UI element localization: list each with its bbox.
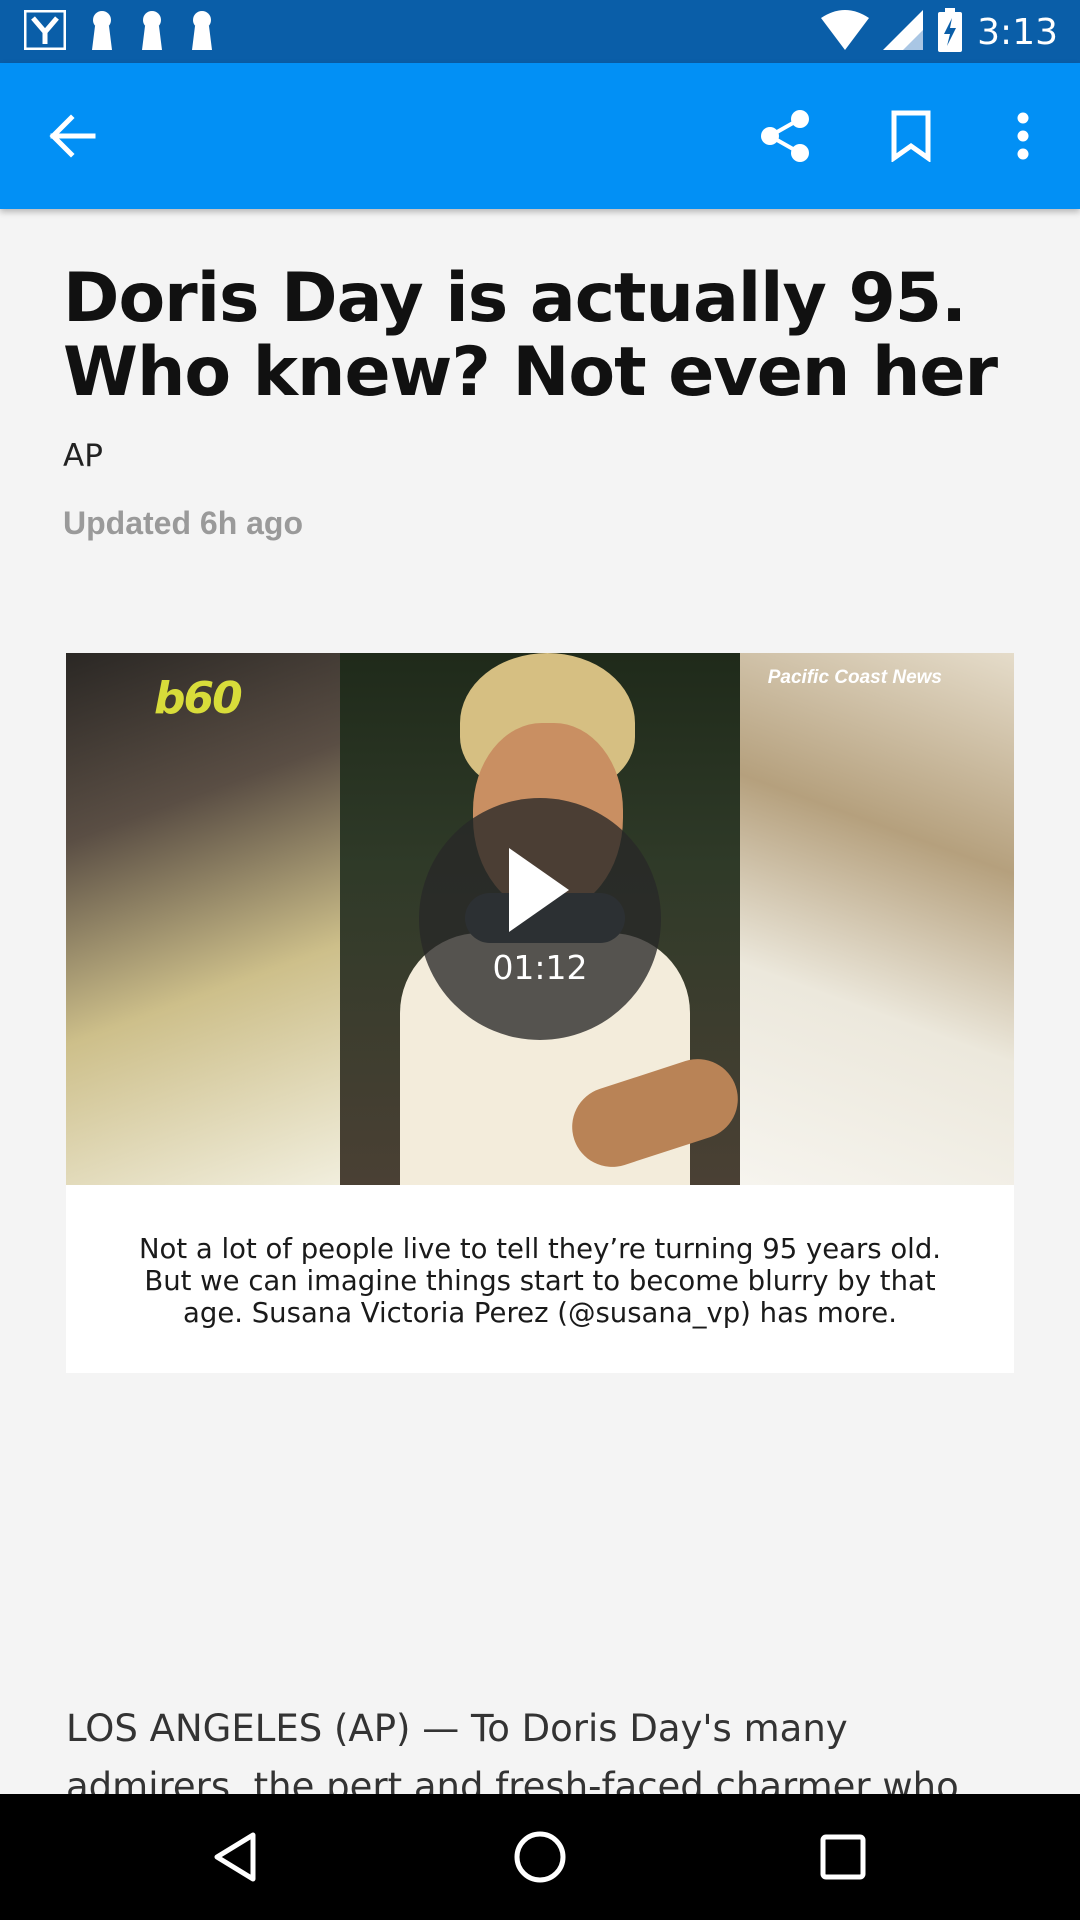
bookmark-button[interactable] [878, 103, 944, 169]
play-button[interactable]: 01:12 [419, 798, 661, 1040]
status-bar: 3:13 [0, 0, 1080, 63]
more-options-button[interactable] [990, 103, 1056, 169]
back-arrow-icon [49, 114, 96, 158]
back-triangle-icon [214, 1832, 256, 1882]
video-duration: 01:12 [492, 948, 588, 987]
nav-home-button[interactable] [505, 1822, 575, 1892]
video-caption: Not a lot of people live to tell they’re… [138, 1233, 942, 1329]
video-player[interactable]: b60 Pacific Coast News 01:12 [66, 653, 1014, 1185]
app-bar [0, 63, 1080, 209]
recents-square-icon [820, 1834, 866, 1880]
back-button[interactable] [40, 103, 106, 169]
navigation-bar [0, 1794, 1080, 1920]
play-icon [509, 848, 569, 932]
system-icons: 3:13 [821, 8, 1058, 57]
share-button[interactable] [752, 103, 818, 169]
b60-logo: b60 [154, 673, 243, 724]
keyhole-icon [88, 10, 116, 55]
keyhole-icon [138, 10, 166, 55]
signal-icon [883, 10, 924, 55]
pacific-coast-news-watermark: Pacific Coast News [767, 667, 942, 688]
nav-recents-button[interactable] [808, 1822, 878, 1892]
status-time: 3:13 [977, 12, 1058, 53]
share-icon [761, 110, 809, 162]
bookmark-icon [891, 110, 931, 162]
article-updated-time: Updated 6h ago [63, 505, 304, 541]
video-blur-left [66, 653, 340, 1185]
battery-charging-icon [937, 8, 963, 57]
article-body: LOS ANGELES (AP) — To Doris Day's many a… [66, 1707, 959, 1794]
video-card: b60 Pacific Coast News 01:12 Not a lot o… [66, 653, 1014, 1373]
article-headline: Doris Day is actually 95. Who knew? Not … [63, 259, 998, 412]
notification-icons [23, 9, 216, 55]
home-circle-icon [514, 1831, 566, 1883]
yahoo-notification-icon [23, 9, 67, 55]
article-source[interactable]: AP [63, 438, 103, 474]
wifi-icon [821, 10, 870, 55]
video-blur-right [740, 653, 1014, 1185]
keyhole-icon [188, 10, 216, 55]
nav-back-button[interactable] [200, 1822, 270, 1892]
more-vert-icon [1017, 112, 1029, 160]
